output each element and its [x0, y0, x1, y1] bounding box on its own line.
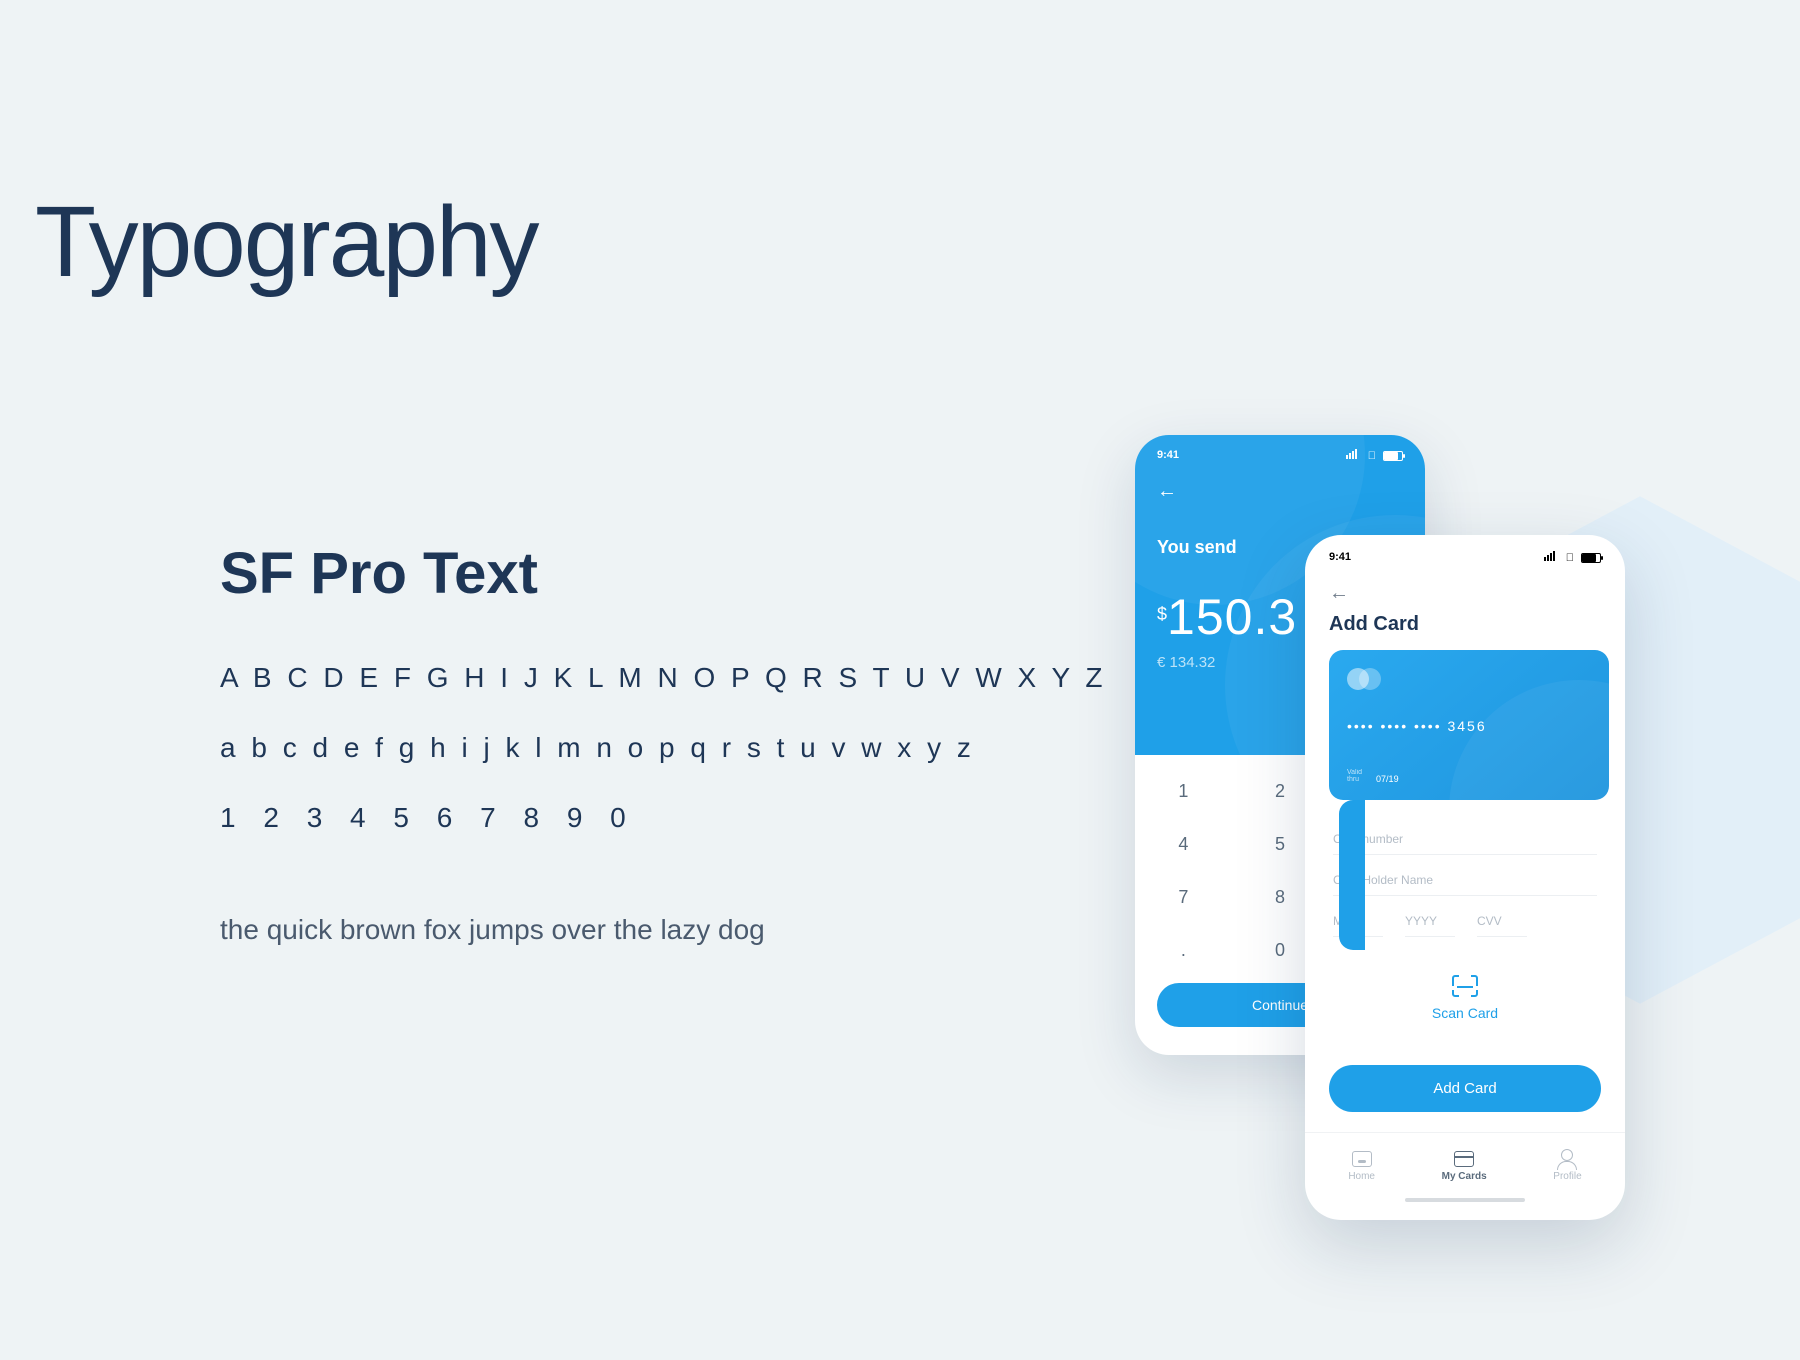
yyyy-label: YYYY	[1405, 914, 1455, 928]
cvv-label: CVV	[1477, 914, 1527, 928]
back-arrow-icon[interactable]: ←	[1305, 582, 1625, 605]
scan-card-label: Scan Card	[1333, 1005, 1597, 1021]
card-number-field[interactable]: Card number	[1333, 822, 1597, 855]
next-card-peek[interactable]	[1339, 800, 1365, 950]
font-name: SF Pro Text	[220, 540, 1107, 607]
home-icon	[1352, 1151, 1372, 1167]
typography-specimen: SF Pro Text A B C D E F G H I J K L M N …	[220, 540, 1107, 946]
tab-bar: Home My Cards Profile	[1305, 1132, 1625, 1192]
back-arrow-icon[interactable]: ←	[1157, 480, 1403, 503]
add-card-button[interactable]: Add Card	[1329, 1065, 1601, 1112]
battery-icon	[1581, 553, 1601, 563]
cards-icon	[1454, 1151, 1474, 1167]
tab-home[interactable]: Home	[1348, 1151, 1375, 1182]
valid-thru-label: Valid thru	[1347, 769, 1362, 784]
status-bar: 9:41 􀙇	[1157, 449, 1403, 462]
uppercase-alphabet: A B C D E F G H I J K L M N O P Q R S T …	[220, 662, 1107, 694]
expiry-year-field[interactable]: YYYY	[1405, 904, 1455, 937]
tab-profile[interactable]: Profile	[1553, 1151, 1581, 1182]
scan-icon	[1452, 975, 1478, 997]
signal-icon	[1346, 449, 1357, 459]
key-7[interactable]: 7	[1135, 871, 1232, 924]
status-icons: 􀙇	[1544, 551, 1601, 564]
profile-icon	[1557, 1151, 1577, 1167]
tab-home-label: Home	[1348, 1171, 1375, 1182]
page-title: Typography	[35, 185, 538, 300]
mastercard-icon	[1347, 668, 1381, 690]
key-4[interactable]: 4	[1135, 818, 1232, 871]
card-holder-label: Card Holder Name	[1333, 873, 1597, 887]
wifi-icon: 􀙇	[1566, 552, 1574, 564]
scan-card-button[interactable]: Scan Card	[1333, 975, 1597, 1021]
tab-cards-label: My Cards	[1442, 1171, 1487, 1182]
tab-my-cards[interactable]: My Cards	[1442, 1151, 1487, 1182]
status-time: 9:41	[1157, 449, 1179, 462]
status-icons: 􀙇	[1346, 449, 1403, 462]
key-dot[interactable]: .	[1135, 924, 1232, 977]
currency-symbol: $	[1157, 604, 1167, 624]
amount-value: 150.3	[1167, 589, 1297, 645]
card-holder-field[interactable]: Card Holder Name	[1333, 863, 1597, 896]
home-indicator	[1405, 1198, 1525, 1202]
battery-icon	[1383, 451, 1403, 461]
signal-icon	[1544, 551, 1555, 561]
converted-amount: € 134.32	[1157, 654, 1403, 671]
lowercase-alphabet: a b c d e f g h i j k l m n o p q r s t …	[220, 732, 1107, 764]
cvv-field[interactable]: CVV	[1477, 904, 1527, 937]
wifi-icon: 􀙇	[1368, 450, 1376, 462]
key-1[interactable]: 1	[1135, 765, 1232, 818]
card-number: •••• •••• •••• 3456	[1347, 718, 1591, 734]
card-expiry: 07/19	[1376, 774, 1399, 784]
pangram: the quick brown fox jumps over the lazy …	[220, 914, 1107, 946]
tab-profile-label: Profile	[1553, 1171, 1581, 1182]
card-number-label: Card number	[1333, 832, 1597, 846]
card-carousel[interactable]: •••• •••• •••• 3456 Valid thru 07/19	[1329, 650, 1625, 800]
status-time: 9:41	[1329, 551, 1351, 564]
credit-card-preview[interactable]: •••• •••• •••• 3456 Valid thru 07/19	[1329, 650, 1609, 800]
digits: 1 2 3 4 5 6 7 8 9 0	[220, 802, 1107, 834]
status-bar: 9:41 􀙇	[1305, 551, 1625, 564]
